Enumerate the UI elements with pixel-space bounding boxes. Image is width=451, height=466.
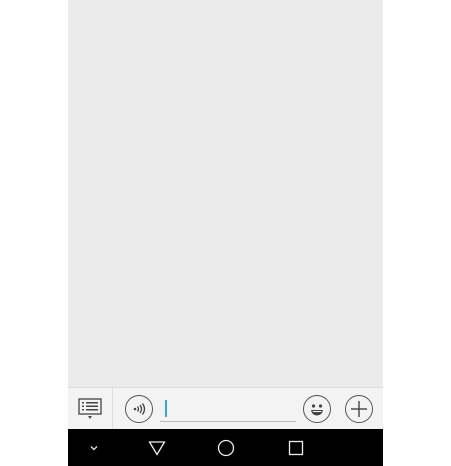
voice-input-button[interactable] [125,395,153,423]
chat-message-area[interactable] [68,0,383,387]
back-button[interactable] [146,429,168,466]
app-screen [68,0,383,466]
menu-toggle-button[interactable] [68,388,113,430]
recents-button[interactable] [286,429,306,466]
chat-input-bar [68,387,383,430]
square-recents-icon [288,440,304,456]
emoji-icon [307,399,327,419]
text-cursor [165,400,167,417]
system-navigation-bar [68,429,383,466]
emoji-button[interactable] [303,395,331,423]
circle-home-icon [217,439,235,457]
list-menu-icon [78,398,102,420]
message-input[interactable] [160,396,296,422]
home-button[interactable] [216,429,236,466]
triangle-back-icon [148,440,166,456]
plus-icon [350,400,368,418]
hide-nav-button[interactable] [84,429,104,466]
more-options-button[interactable] [345,395,373,423]
voice-input-icon [131,402,147,416]
chevron-down-icon [89,444,99,452]
